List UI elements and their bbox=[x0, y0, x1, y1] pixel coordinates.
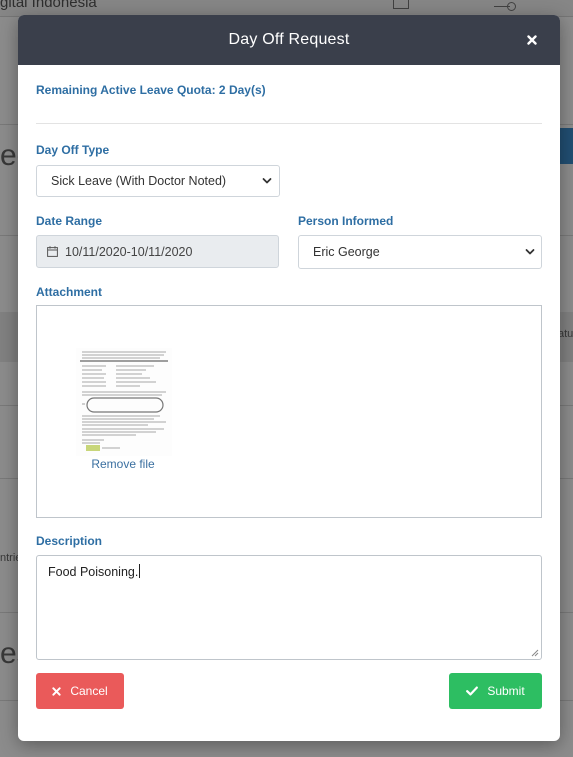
close-icon bbox=[52, 686, 61, 696]
chevron-down-icon bbox=[525, 249, 535, 255]
person-informed-value: Eric George bbox=[313, 245, 380, 259]
section-divider bbox=[36, 123, 542, 124]
modal-header: Day Off Request bbox=[18, 15, 560, 65]
person-informed-select[interactable]: Eric George bbox=[298, 235, 542, 269]
cancel-button[interactable]: Cancel bbox=[36, 673, 124, 709]
submit-button-label: Submit bbox=[487, 684, 525, 698]
day-off-type-value: Sick Leave (With Doctor Noted) bbox=[51, 174, 227, 188]
leave-quota-text: Remaining Active Leave Quota: 2 Day(s) bbox=[36, 83, 266, 97]
day-off-request-modal: Day Off Request Remaining Active Leave Q… bbox=[18, 15, 560, 741]
day-off-type-select[interactable]: Sick Leave (With Doctor Noted) bbox=[36, 165, 280, 197]
description-textarea[interactable]: Food Poisoning. bbox=[36, 555, 542, 660]
attachment-label: Attachment bbox=[36, 285, 103, 299]
attachment-thumbnail bbox=[76, 348, 172, 456]
resize-handle-icon[interactable] bbox=[531, 649, 539, 657]
date-range-label: Date Range bbox=[36, 214, 103, 228]
day-off-type-label: Day Off Type bbox=[36, 143, 110, 157]
close-button[interactable] bbox=[521, 29, 543, 51]
date-range-value: 10/11/2020-10/11/2020 bbox=[65, 245, 193, 259]
person-informed-label: Person Informed bbox=[298, 214, 394, 228]
description-label: Description bbox=[36, 534, 103, 548]
calendar-icon bbox=[47, 246, 58, 257]
document-thumbnail-image bbox=[76, 348, 172, 456]
chevron-down-icon bbox=[262, 178, 272, 184]
description-value: Food Poisoning. bbox=[48, 565, 139, 579]
cancel-button-label: Cancel bbox=[70, 684, 108, 698]
date-range-input[interactable]: 10/11/2020-10/11/2020 bbox=[36, 235, 279, 268]
submit-button[interactable]: Submit bbox=[449, 673, 542, 709]
remove-file-link[interactable]: Remove file bbox=[73, 457, 173, 471]
check-icon bbox=[466, 686, 479, 696]
close-icon bbox=[527, 35, 537, 45]
text-caret bbox=[139, 564, 141, 578]
attachment-dropzone[interactable]: Remove file bbox=[36, 305, 542, 518]
modal-title: Day Off Request bbox=[228, 31, 350, 48]
